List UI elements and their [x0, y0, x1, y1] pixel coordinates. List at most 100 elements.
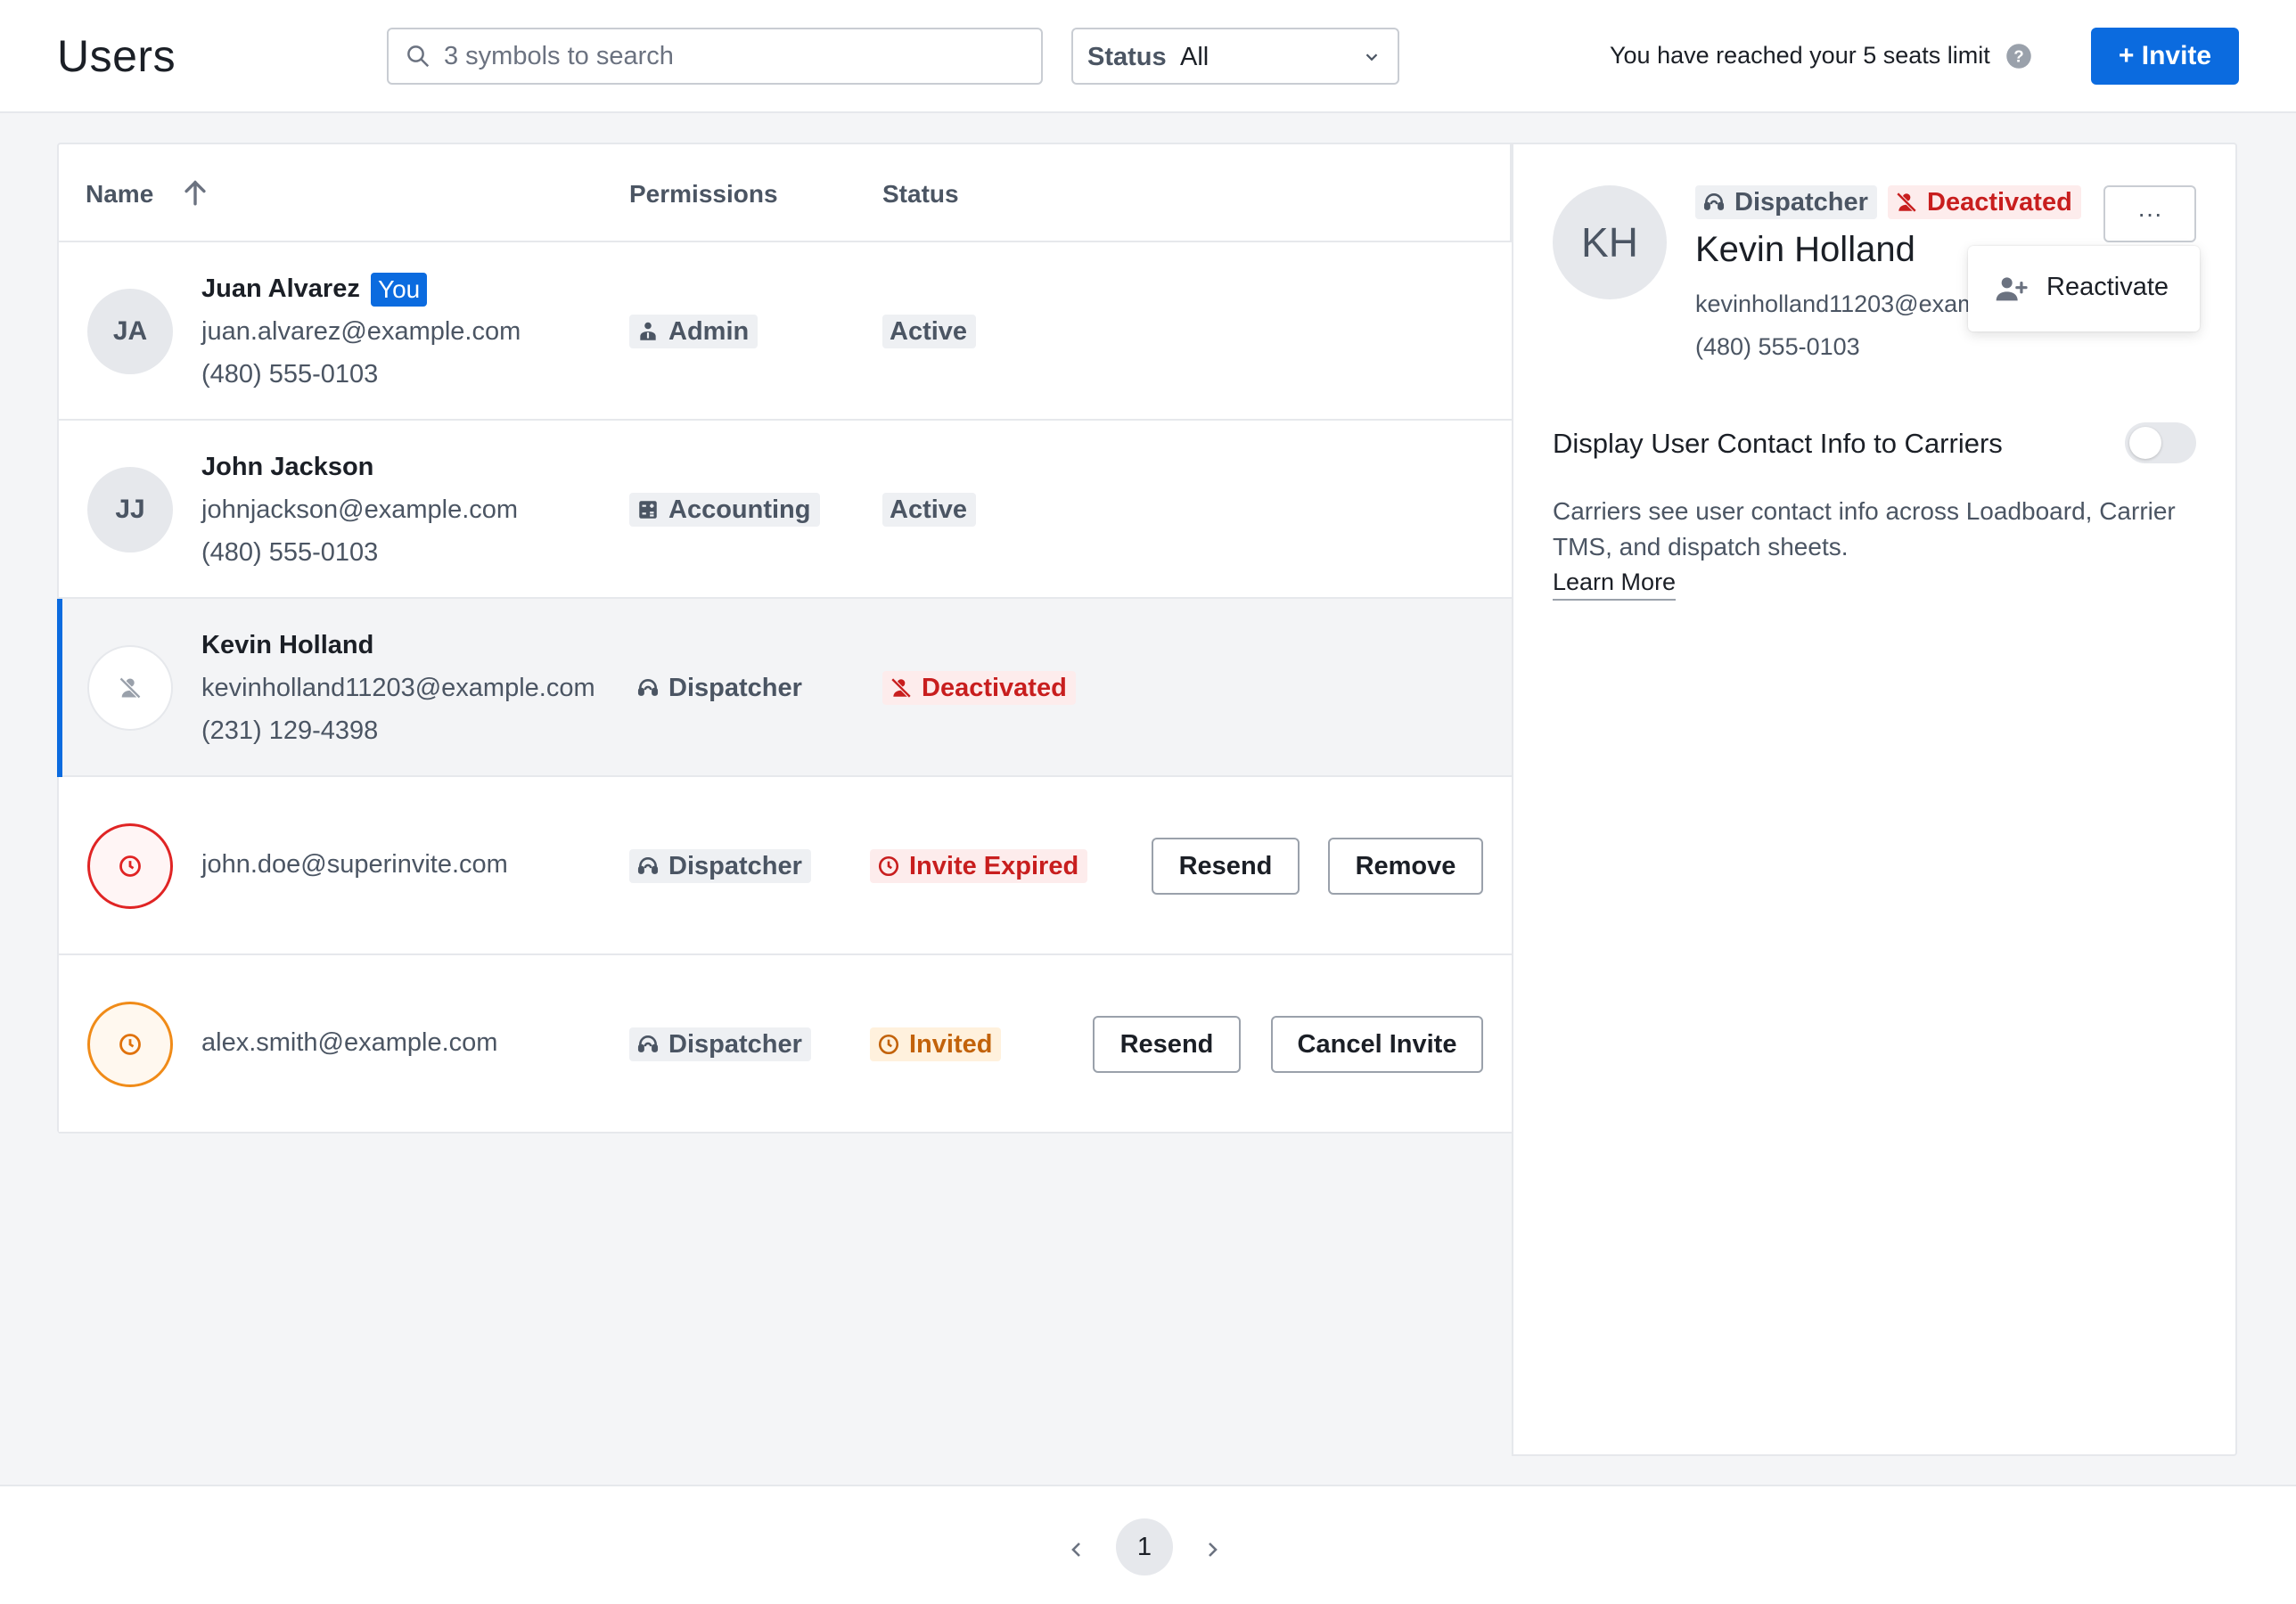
user-off-icon — [890, 677, 912, 699]
table-row[interactable]: john.doe@superinvite.com Dispatcher Invi… — [59, 777, 1512, 955]
user-email: kevinholland11203@example.com — [1695, 291, 1980, 317]
clock-icon — [878, 855, 899, 877]
clock-icon — [119, 1034, 141, 1055]
remove-button[interactable]: Remove — [1328, 838, 1483, 895]
page-title: Users — [57, 31, 176, 81]
user-phone: (480) 555-0103 — [1695, 333, 1860, 360]
role-badge: Dispatcher — [1695, 185, 1877, 219]
chevron-left-icon[interactable] — [1066, 1538, 1087, 1561]
headset-icon — [637, 1035, 659, 1052]
invite-button[interactable]: + Invite — [2091, 28, 2239, 85]
status-label: Invite Expired — [909, 851, 1079, 880]
permission-label: Dispatcher — [668, 1029, 802, 1059]
permission-badge: Dispatcher — [629, 1027, 811, 1061]
contact-info-toggle[interactable] — [2125, 422, 2196, 463]
permission-label: Dispatcher — [668, 851, 802, 880]
user-email: juan.alvarez@example.com — [201, 317, 521, 346]
status-filter-label: Status — [1087, 43, 1167, 71]
user-off-icon — [1896, 192, 1917, 213]
user-email: kevinholland11203@example.com — [201, 674, 595, 702]
status-filter-value: All — [1180, 43, 1210, 71]
you-badge: You — [371, 273, 428, 307]
invite-email: john.doe@superinvite.com — [201, 850, 508, 879]
search-box[interactable] — [387, 28, 1043, 85]
status-badge: Invited — [870, 1027, 1002, 1061]
permission-badge: Accounting — [629, 493, 820, 527]
permission-badge: Dispatcher — [629, 849, 811, 883]
learn-more-link[interactable]: Learn More — [1553, 569, 1677, 601]
table-row[interactable]: JJ John Jackson johnjackson@example.com … — [59, 421, 1512, 599]
resend-button[interactable]: Resend — [1152, 838, 1300, 895]
search-input[interactable] — [444, 37, 1023, 76]
user-add-icon — [1996, 277, 2028, 301]
status-label: Active — [890, 316, 968, 346]
user-phone: (231) 129-4398 — [201, 716, 379, 745]
sort-ascending-icon[interactable] — [180, 176, 210, 209]
help-icon[interactable]: ? — [2005, 43, 2032, 70]
seats-limit-text: You have reached your 5 seats limit — [1610, 42, 1990, 69]
status-badge: Deactivated — [1888, 185, 2081, 219]
user-off-icon — [119, 676, 142, 700]
avatar — [87, 823, 173, 909]
search-icon — [407, 45, 430, 68]
top-bar: Users Status All You have reached your 5… — [0, 0, 2296, 113]
column-header-status: Status — [882, 180, 959, 208]
status-label: Invited — [909, 1029, 993, 1059]
avatar — [87, 1002, 173, 1087]
user-phone: (480) 555-0103 — [201, 538, 379, 567]
contact-info-toggle-label: Display User Contact Info to Carriers — [1553, 428, 2003, 459]
menu-item-reactivate[interactable]: Reactivate — [2046, 273, 2169, 302]
status-badge: Active — [882, 493, 977, 527]
user-name: John Jackson — [201, 453, 374, 481]
table-row[interactable]: alex.smith@example.com Dispatcher Invite… — [59, 955, 1512, 1133]
status-filter-select[interactable]: Status All — [1071, 28, 1399, 85]
user-phone: (480) 555-0103 — [201, 360, 379, 389]
permission-label: Accounting — [668, 495, 811, 524]
users-table: Name Permissions Status JA Juan Alvarez … — [57, 143, 1512, 1133]
avatar: JJ — [87, 467, 173, 552]
user-name: Juan Alvarez — [201, 274, 360, 303]
table-row[interactable]: JA Juan Alvarez You juan.alvarez@example… — [59, 242, 1512, 421]
users-table-body: Name Permissions Status JA Juan Alvarez … — [57, 143, 1512, 1133]
headset-icon — [637, 679, 659, 696]
user-name: Kevin Holland — [1695, 230, 1915, 269]
headset-icon — [637, 857, 659, 874]
status-label: Deactivated — [922, 673, 1067, 702]
user-name: Kevin Holland — [201, 631, 374, 659]
clock-icon — [878, 1034, 899, 1055]
clock-icon — [119, 855, 141, 877]
user-email: johnjackson@example.com — [201, 495, 519, 524]
page-button-current[interactable]: 1 — [1116, 1518, 1173, 1575]
table-header: Name Permissions Status — [59, 144, 1512, 242]
chevron-right-icon[interactable] — [1201, 1538, 1223, 1561]
avatar: KH — [1553, 185, 1667, 299]
admin-icon — [640, 322, 656, 340]
pagination-bar: 1 — [0, 1485, 2296, 1604]
resend-button[interactable]: Resend — [1093, 1016, 1241, 1073]
status-badge: Deactivated — [882, 671, 1076, 705]
status-badge: Active — [882, 315, 977, 348]
status-label: Active — [890, 495, 968, 524]
permission-label: Admin — [668, 316, 750, 346]
calculator-icon — [639, 501, 657, 519]
permission-label: Dispatcher — [668, 673, 802, 702]
user-detail-panel: KH Dispatcher Deactivated Kevin Holland … — [1512, 143, 2237, 1456]
svg-text:?: ? — [2013, 46, 2023, 65]
contact-info-description: Carriers see user contact info across Lo… — [1553, 497, 2176, 561]
more-actions-button[interactable]: ··· — [2103, 185, 2196, 242]
avatar — [87, 645, 173, 731]
permission-badge: Dispatcher — [629, 671, 811, 705]
role-label: Dispatcher — [1734, 187, 1868, 217]
column-header-permissions: Permissions — [629, 180, 778, 208]
cancel-invite-button[interactable]: Cancel Invite — [1271, 1016, 1483, 1073]
status-badge: Invite Expired — [870, 849, 1088, 883]
permission-badge: Admin — [629, 315, 758, 348]
status-label: Deactivated — [1927, 187, 2072, 217]
chevron-down-icon — [1365, 53, 1378, 61]
avatar: JA — [87, 289, 173, 374]
headset-icon — [1703, 193, 1725, 210]
actions-menu: Reactivate — [1968, 246, 2200, 331]
table-row-selected[interactable]: Kevin Holland kevinholland11203@example.… — [57, 599, 1512, 777]
invite-email: alex.smith@example.com — [201, 1028, 498, 1057]
column-header-name[interactable]: Name — [86, 180, 153, 209]
